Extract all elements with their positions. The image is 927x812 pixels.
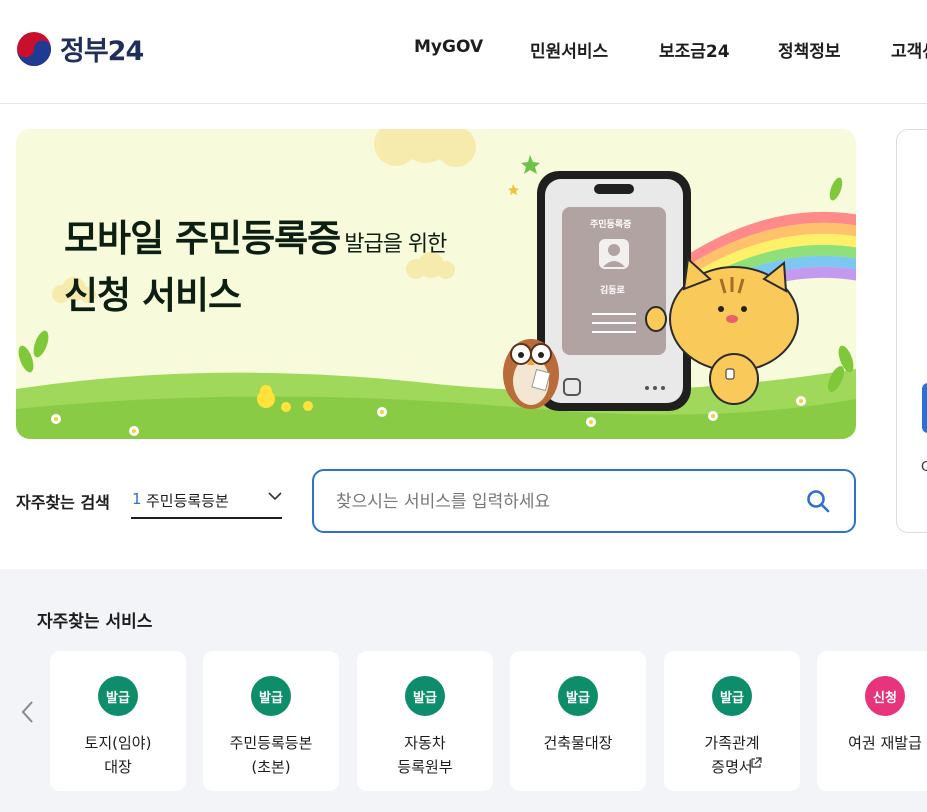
service-card-vehicle-register[interactable]: 발급 자동차 등록원부 [357, 651, 493, 791]
service-card-passport-reissue[interactable]: 신청 여권 재발급 [817, 651, 927, 791]
service-card-resident-register[interactable]: 발급 주민등록등본 (초본) [203, 651, 339, 791]
nav-customer-center[interactable]: 고객센터 [891, 37, 927, 62]
banner-card-name: 김동로 [600, 286, 625, 296]
service-card-label: 가족관계 증명서 [704, 734, 760, 776]
nav-civil-service[interactable]: 민원서비스 [530, 37, 608, 62]
search-icon[interactable] [806, 489, 830, 513]
service-card-label: 여권 재발급 [848, 734, 922, 752]
frequent-search-rank: 1 [132, 490, 142, 508]
banner-title-line2: 신청 서비스 [64, 274, 242, 317]
frequent-services-title: 자주찾는 서비스 [37, 612, 153, 632]
service-card-family-certificate[interactable]: 발급 가족관계 증명서 [664, 651, 800, 791]
banner-title: 모바일 주민등록증 발급을 위한 신청 서비스 [64, 214, 447, 321]
logo-text: 정부24 [60, 36, 144, 67]
service-card-label: 자동차 등록원부 [397, 734, 453, 776]
search-box [312, 469, 856, 533]
chevron-left-icon[interactable] [20, 700, 34, 724]
issue-badge: 발급 [405, 676, 445, 716]
search-input[interactable] [334, 487, 778, 517]
frequent-search-label: 자주찾는 검색 [16, 493, 110, 512]
service-card-building-register[interactable]: 발급 건축물대장 [510, 651, 646, 791]
main-banner[interactable]: 모바일 주민등록증 발급을 위한 신청 서비스 주민등록증 김동로 [16, 129, 856, 439]
site-header: 정부24 MyGOV 민원서비스 보조금24 정책정보 고객센터 [0, 0, 927, 104]
apply-badge: 신청 [865, 676, 905, 716]
nav-policy-info[interactable]: 정책정보 [778, 37, 841, 62]
login-button[interactable] [922, 383, 927, 433]
issue-badge: 발급 [251, 676, 291, 716]
banner-card-title: 주민등록증 [590, 220, 632, 230]
nav-subsidy24[interactable]: 보조금24 [659, 37, 730, 62]
taegeuk-logo-icon [17, 31, 51, 66]
issue-badge: 발급 [98, 676, 138, 716]
frequent-search-value: 주민등록등본 [146, 492, 229, 510]
external-link-icon [751, 757, 762, 768]
service-card-label: 주민등록등본 (초본) [229, 734, 313, 776]
issue-badge: 발급 [712, 676, 752, 716]
service-card-label: 건축물대장 [543, 734, 613, 752]
service-card-label: 토지(임야) 대장 [84, 734, 152, 776]
chevron-down-icon [268, 492, 282, 501]
logo[interactable]: 정부24 [16, 29, 144, 68]
banner-title-small: 발급을 위한 [344, 232, 447, 257]
nav-mygov[interactable]: MyGOV [414, 37, 483, 57]
service-card-land-register[interactable]: 발급 토지(임야) 대장 [50, 651, 186, 791]
issue-badge: 발급 [558, 676, 598, 716]
banner-title-main: 모바일 주민등록증 [64, 217, 341, 260]
side-card-text: C [921, 460, 927, 475]
frequent-search-dropdown[interactable]: 1 주민등록등본 [131, 482, 282, 519]
frequent-services-section: 자주찾는 서비스 발급 토지(임야) 대장 발급 주민등록등본 (초본) 발급 … [0, 569, 927, 812]
